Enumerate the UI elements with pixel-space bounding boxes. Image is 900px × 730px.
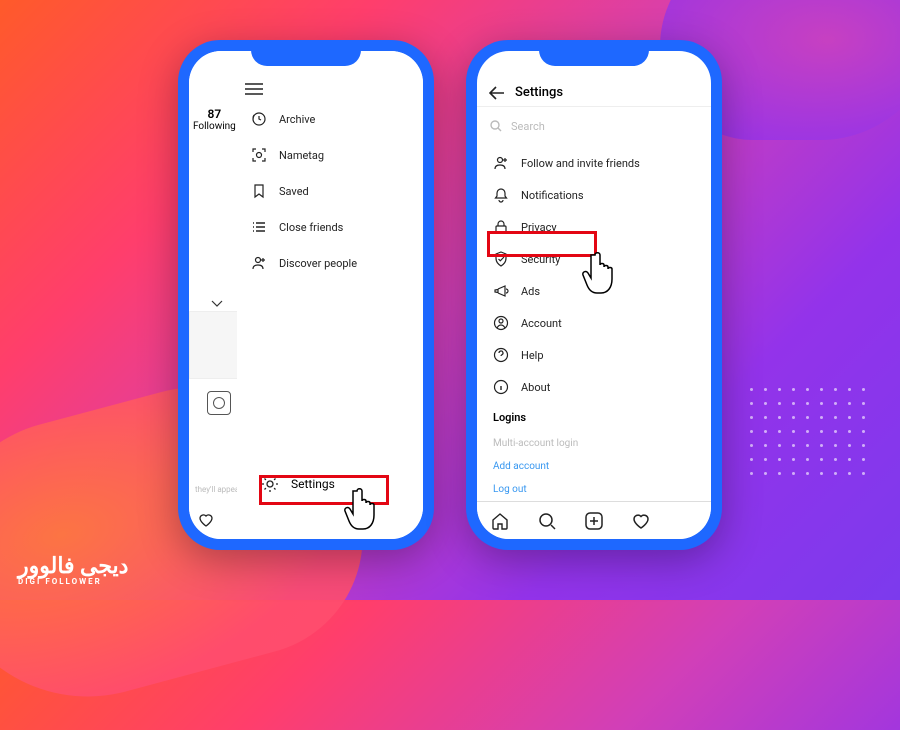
gear-icon: [261, 475, 279, 493]
search-icon: [489, 119, 503, 133]
phone-notch: [539, 40, 649, 66]
add-person-icon: [493, 155, 509, 171]
menu-label: Nametag: [279, 149, 324, 162]
settings-header: Settings: [477, 79, 711, 107]
phone-mockup-right: Settings Search Follow and invite friend…: [466, 40, 722, 550]
logins-header: Logins: [477, 403, 711, 432]
settings-item-notifications[interactable]: Notifications: [477, 179, 711, 211]
item-label: About: [521, 381, 550, 394]
item-label: Ads: [521, 285, 540, 298]
side-menu-panel: Archive Nametag Saved Close friends Disc…: [237, 51, 423, 539]
item-label: Follow and invite friends: [521, 157, 640, 170]
settings-button[interactable]: Settings: [249, 467, 411, 501]
menu-item-nametag[interactable]: Nametag: [237, 137, 423, 173]
add-account-link[interactable]: Add account: [477, 455, 711, 478]
heart-icon[interactable]: [197, 511, 215, 529]
bottom-nav-bar: [477, 501, 711, 539]
menu-item-close-friends[interactable]: Close friends: [237, 209, 423, 245]
menu-label: Saved: [279, 185, 309, 198]
shield-icon: [493, 251, 509, 267]
item-label: Notifications: [521, 189, 584, 202]
lock-icon: [493, 219, 509, 235]
add-person-icon: [251, 255, 267, 271]
scan-icon: [251, 147, 267, 163]
person-circle-icon: [493, 315, 509, 331]
item-label: Privacy: [521, 221, 557, 234]
megaphone-icon: [493, 283, 509, 299]
back-arrow-icon[interactable]: [489, 86, 505, 100]
dot-grid-decoration: [750, 388, 870, 480]
add-post-icon[interactable]: [584, 511, 604, 531]
menu-item-discover[interactable]: Discover people: [237, 245, 423, 281]
multi-account-login[interactable]: Multi-account login: [477, 432, 711, 455]
menu-label: Discover people: [279, 257, 357, 270]
search-placeholder: Search: [511, 120, 545, 133]
phone-notch: [251, 40, 361, 66]
item-label: Security: [521, 253, 560, 266]
settings-item-security[interactable]: Security: [477, 243, 711, 275]
settings-item-ads[interactable]: Ads: [477, 275, 711, 307]
log-out-link[interactable]: Log out: [477, 478, 711, 501]
settings-item-follow[interactable]: Follow and invite friends: [477, 147, 711, 179]
menu-label: Close friends: [279, 221, 343, 234]
home-icon[interactable]: [490, 511, 510, 531]
search-icon[interactable]: [537, 511, 557, 531]
menu-item-saved[interactable]: Saved: [237, 173, 423, 209]
settings-item-about[interactable]: About: [477, 371, 711, 403]
search-input[interactable]: Search: [489, 113, 699, 139]
bell-icon: [493, 187, 509, 203]
settings-item-privacy[interactable]: Privacy: [477, 211, 711, 243]
settings-item-account[interactable]: Account: [477, 307, 711, 339]
bookmark-icon: [251, 183, 267, 199]
clock-icon: [251, 111, 267, 127]
settings-item-help[interactable]: Help: [477, 339, 711, 371]
help-icon: [493, 347, 509, 363]
tagged-photos-icon[interactable]: [207, 391, 231, 415]
list-icon: [251, 219, 267, 235]
posts-hint-text: they'll appear: [195, 485, 242, 494]
settings-label: Settings: [291, 477, 335, 491]
item-label: Account: [521, 317, 562, 330]
menu-label: Archive: [279, 113, 315, 126]
menu-item-archive[interactable]: Archive: [237, 101, 423, 137]
chevron-down-icon[interactable]: [211, 299, 223, 309]
page-title: Settings: [515, 85, 563, 100]
info-icon: [493, 379, 509, 395]
screen-settings: Settings Search Follow and invite friend…: [477, 51, 711, 539]
heart-icon[interactable]: [631, 511, 651, 531]
brand-logo: دیجی فالوور DIGI FOLLOWER: [18, 554, 128, 586]
hamburger-icon[interactable]: [245, 83, 263, 95]
phone-mockup-left: 87 Following they'll appear Archive Name…: [178, 40, 434, 550]
screen-profile-menu: 87 Following they'll appear Archive Name…: [189, 51, 423, 539]
item-label: Help: [521, 349, 544, 362]
following-stat[interactable]: 87 Following: [193, 107, 236, 132]
